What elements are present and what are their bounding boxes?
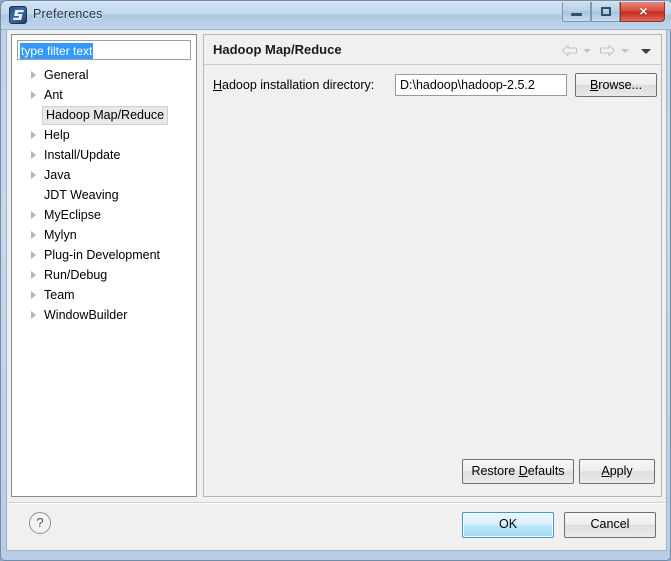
preference-tree[interactable]: General Ant Hadoop Map/Reduce Help Insta… — [13, 65, 195, 493]
preference-page-panel: Hadoop Map/Reduce Hadoop installation di… — [203, 34, 662, 497]
sidebar-item-label: Hadoop Map/Reduce — [42, 106, 169, 125]
sidebar-item-label: MyEclipse — [44, 208, 101, 222]
help-icon[interactable]: ? — [29, 512, 51, 534]
page-nav-toolbar[interactable] — [561, 42, 655, 58]
chevron-right-icon[interactable] — [31, 291, 36, 299]
sidebar-item-windowbuilder[interactable]: WindowBuilder — [13, 305, 195, 325]
sidebar-item-hadoop-map-reduce[interactable]: Hadoop Map/Reduce — [13, 105, 195, 125]
filter-input-box[interactable]: type filter text — [17, 40, 191, 60]
chevron-down-icon[interactable] — [620, 44, 630, 57]
sidebar-item-general[interactable]: General — [13, 65, 195, 85]
sidebar-item-label: Team — [44, 288, 75, 302]
hadoop-directory-row: Hadoop installation directory: Browse... — [204, 73, 661, 99]
chevron-right-icon[interactable] — [31, 71, 36, 79]
chevron-right-icon[interactable] — [31, 251, 36, 259]
back-arrow-icon[interactable] — [562, 44, 578, 57]
sidebar-item-ant[interactable]: Ant — [13, 85, 195, 105]
preferences-window: Preferences × type filter text General A… — [0, 0, 671, 561]
chevron-right-icon[interactable] — [31, 91, 36, 99]
filter-input[interactable]: type filter text — [20, 43, 94, 59]
sidebar-item-label: Help — [44, 128, 70, 142]
sidebar-item-label: Ant — [44, 88, 63, 102]
minimize-button[interactable] — [562, 2, 591, 22]
window-title: Preferences — [33, 7, 103, 21]
chevron-right-icon[interactable] — [31, 311, 36, 319]
mnemonic-letter: A — [601, 464, 610, 478]
sidebar-item-label: Mylyn — [44, 228, 77, 242]
page-title: Hadoop Map/Reduce — [213, 42, 342, 57]
sidebar-item-run-debug[interactable]: Run/Debug — [13, 265, 195, 285]
hadoop-directory-input[interactable] — [395, 74, 567, 96]
sidebar-item-help[interactable]: Help — [13, 125, 195, 145]
sidebar-item-label: Java — [44, 168, 71, 182]
chevron-right-icon[interactable] — [31, 271, 36, 279]
button-label-prefix: Restore — [471, 464, 519, 478]
chevron-right-icon[interactable] — [31, 171, 36, 179]
mnemonic-letter: D — [518, 464, 528, 478]
close-icon: × — [639, 3, 648, 19]
sidebar-item-label: Install/Update — [44, 148, 121, 162]
chevron-right-icon[interactable] — [31, 211, 36, 219]
sidebar-item-label: General — [44, 68, 89, 82]
browse-button[interactable]: Browse... — [575, 73, 657, 97]
chevron-right-icon[interactable] — [31, 151, 36, 159]
sidebar-item-java[interactable]: Java — [13, 165, 195, 185]
button-label-rest: efaults — [527, 464, 565, 478]
sidebar-item-myeclipse[interactable]: MyEclipse — [13, 205, 195, 225]
preference-tree-panel: type filter text General Ant Hadoop Map/… — [11, 34, 197, 497]
restore-defaults-button[interactable]: Restore Defaults — [462, 459, 574, 484]
dialog-client-area: type filter text General Ant Hadoop Map/… — [6, 30, 667, 551]
button-label-rest: pply — [609, 464, 633, 478]
page-header: Hadoop Map/Reduce — [204, 35, 661, 65]
cancel-button[interactable]: Cancel — [564, 512, 656, 538]
forward-arrow-icon[interactable] — [600, 44, 616, 57]
apply-button[interactable]: Apply — [579, 459, 655, 484]
sidebar-item-label: Run/Debug — [44, 268, 108, 282]
chevron-right-icon[interactable] — [31, 131, 36, 139]
footer-separator — [7, 502, 666, 504]
sidebar-item-mylyn[interactable]: Mylyn — [13, 225, 195, 245]
hadoop-directory-label: Hadoop installation directory: — [213, 78, 374, 92]
ok-button[interactable]: OK — [462, 512, 554, 538]
chevron-right-icon[interactable] — [31, 231, 36, 239]
sidebar-item-team[interactable]: Team — [13, 285, 195, 305]
title-bar[interactable]: Preferences × — [1, 1, 671, 30]
sidebar-item-label: JDT Weaving — [44, 188, 119, 202]
sidebar-item-plug-in-development[interactable]: Plug-in Development — [13, 245, 195, 265]
maximize-button[interactable] — [591, 2, 620, 22]
sidebar-item-install-update[interactable]: Install/Update — [13, 145, 195, 165]
sidebar-item-label: Plug-in Development — [44, 248, 161, 262]
label-rest: adoop installation directory: — [222, 78, 375, 92]
chevron-down-icon[interactable] — [582, 44, 592, 57]
sidebar-item-label: WindowBuilder — [44, 308, 128, 322]
mnemonic-letter: H — [213, 78, 223, 92]
button-label-rest: rowse... — [598, 78, 643, 92]
sidebar-item-jdt-weaving[interactable]: JDT Weaving — [13, 185, 195, 205]
view-menu-chevron-down-icon[interactable] — [641, 44, 652, 57]
close-button[interactable]: × — [620, 2, 665, 22]
eclipse-icon — [9, 6, 27, 24]
